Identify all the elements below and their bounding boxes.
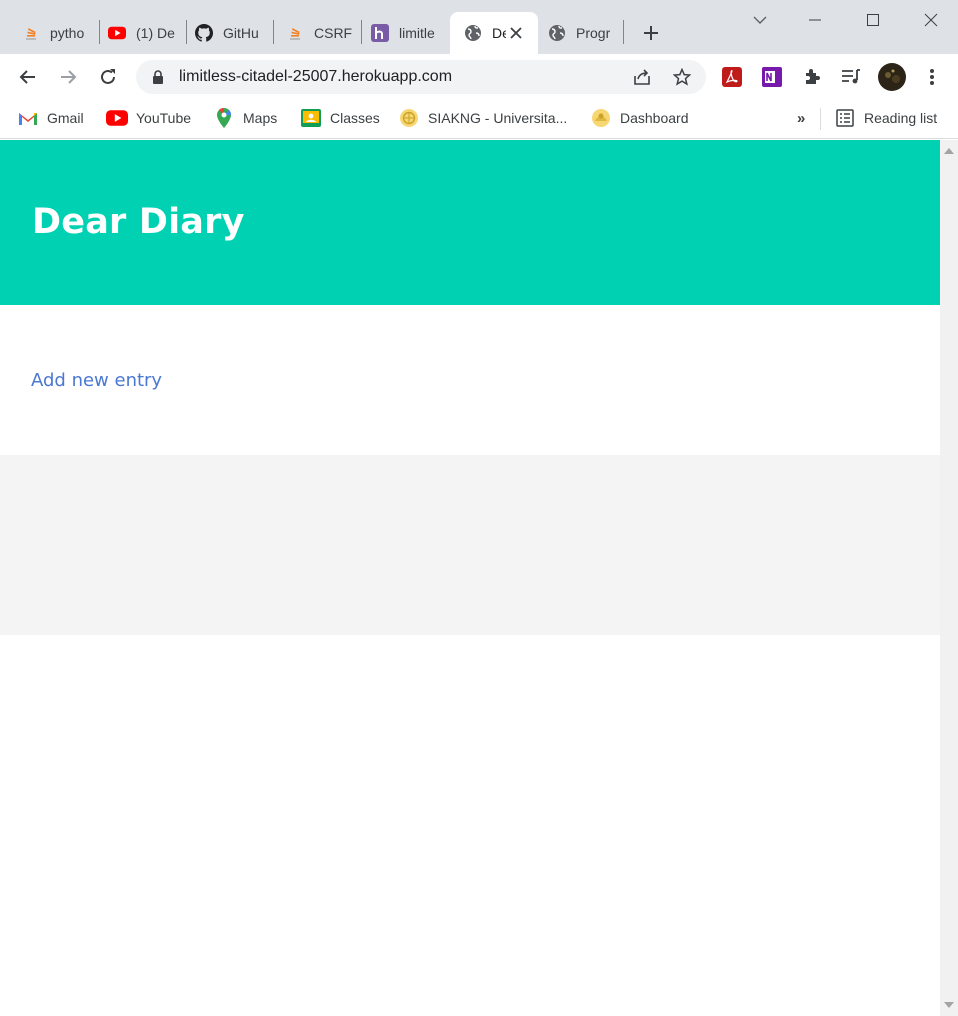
onenote-icon	[762, 67, 782, 87]
bookmark-youtube[interactable]: YouTube	[106, 106, 191, 130]
tab-title: pytho	[50, 25, 85, 41]
bookmark-label: Maps	[243, 110, 278, 126]
maximize-button[interactable]	[858, 6, 888, 34]
tab-title: limitle	[399, 25, 435, 41]
hero-banner: Dear Diary	[0, 140, 940, 305]
reading-list-button[interactable]: Reading list	[834, 106, 937, 130]
tab-4[interactable]: CSRF	[272, 12, 360, 54]
bookmark-dashboard[interactable]: Dashboard	[590, 106, 689, 130]
close-tab-icon[interactable]	[506, 23, 526, 43]
tab-5[interactable]: limitle	[357, 12, 445, 54]
address-bar[interactable]: limitless-citadel-25007.herokuapp.com	[136, 60, 706, 94]
browser-toolbar: limitless-citadel-25007.herokuapp.com	[0, 54, 958, 100]
tab-6-active[interactable]: De	[450, 12, 538, 54]
new-tab-button[interactable]	[638, 20, 664, 46]
minimize-icon	[809, 19, 821, 21]
media-control-button[interactable]	[835, 61, 867, 93]
tab-title: CSRF	[314, 25, 353, 41]
university-seal-icon	[398, 107, 420, 129]
tab-2[interactable]: (1) De	[94, 12, 186, 54]
chrome-menu-button[interactable]	[916, 61, 948, 93]
lock-icon[interactable]	[146, 65, 170, 89]
arrow-right-icon	[61, 70, 77, 84]
reload-icon	[101, 69, 115, 84]
avatar-icon	[878, 63, 906, 91]
close-window-button[interactable]	[916, 6, 946, 34]
more-vertical-icon	[930, 69, 934, 85]
youtube-icon	[106, 107, 128, 129]
bookmark-label: Gmail	[47, 110, 84, 126]
tab-title: De	[492, 25, 506, 41]
tab-title: GitHu	[223, 25, 259, 41]
university-seal-icon	[590, 107, 612, 129]
tab-7[interactable]: Progr	[534, 12, 622, 54]
globe-icon	[464, 24, 482, 42]
maps-icon	[213, 107, 235, 129]
url-text[interactable]: limitless-citadel-25007.herokuapp.com	[179, 68, 452, 86]
forward-button[interactable]	[52, 61, 84, 93]
extensions-button[interactable]	[796, 61, 828, 93]
page-title: Dear Diary	[32, 202, 245, 242]
puzzle-icon	[806, 69, 820, 84]
page-viewport: Dear Diary Add new entry	[0, 140, 940, 1016]
arrow-left-icon	[19, 70, 35, 84]
bookmarks-bar: Gmail YouTube Maps Classes SIAKNG - Univ…	[0, 100, 958, 139]
reload-button[interactable]	[92, 61, 124, 93]
maximize-icon	[867, 14, 879, 26]
add-new-entry-link[interactable]: Add new entry	[31, 370, 162, 391]
github-icon	[195, 24, 213, 42]
acrobat-extension-button[interactable]	[716, 61, 748, 93]
chevron-down-icon	[753, 16, 767, 24]
minimize-button[interactable]	[800, 6, 830, 34]
bookmark-label: Dashboard	[620, 110, 689, 126]
bookmarks-divider	[820, 108, 821, 130]
heroku-icon	[371, 24, 389, 42]
playlist-music-icon	[842, 69, 860, 84]
tab-separator	[623, 20, 624, 44]
bookmark-classes[interactable]: Classes	[300, 106, 380, 130]
bookmark-gmail[interactable]: Gmail	[17, 106, 84, 130]
bookmark-label: SIAKNG - Universita...	[428, 110, 568, 126]
close-icon	[924, 13, 938, 27]
bookmark-siakng[interactable]: SIAKNG - Universita...	[398, 106, 567, 130]
stackoverflow-icon	[286, 24, 304, 42]
reading-list-icon	[834, 107, 856, 129]
tab-3[interactable]: GitHu	[181, 12, 273, 54]
stackoverflow-icon	[22, 24, 40, 42]
tab-title: (1) De	[136, 25, 175, 41]
bookmark-label: YouTube	[136, 110, 192, 126]
share-icon[interactable]	[630, 65, 654, 89]
tab-1[interactable]: pytho	[8, 12, 100, 54]
acrobat-icon	[722, 67, 742, 87]
profile-avatar[interactable]	[876, 61, 908, 93]
onenote-extension-button[interactable]	[756, 61, 788, 93]
classroom-icon	[300, 107, 322, 129]
page-footer	[0, 455, 940, 635]
tab-title: Progr	[576, 25, 611, 41]
gmail-icon	[17, 107, 39, 129]
tab-search-button[interactable]	[745, 6, 775, 34]
plus-icon	[644, 26, 658, 40]
bookmarks-overflow-button[interactable]: »	[797, 106, 805, 130]
back-button[interactable]	[12, 61, 44, 93]
youtube-icon	[108, 24, 126, 42]
reading-list-label: Reading list	[864, 110, 938, 126]
globe-icon	[548, 24, 566, 42]
scroll-down-arrow-icon[interactable]	[944, 1000, 954, 1010]
vertical-scrollbar[interactable]	[940, 140, 958, 1016]
bookmark-label: Classes	[330, 110, 380, 126]
scroll-up-arrow-icon[interactable]	[944, 146, 954, 156]
bookmark-maps[interactable]: Maps	[213, 106, 277, 130]
tab-strip: pytho (1) De GitHu CSRF limitle De	[0, 0, 958, 54]
star-icon[interactable]	[670, 65, 694, 89]
